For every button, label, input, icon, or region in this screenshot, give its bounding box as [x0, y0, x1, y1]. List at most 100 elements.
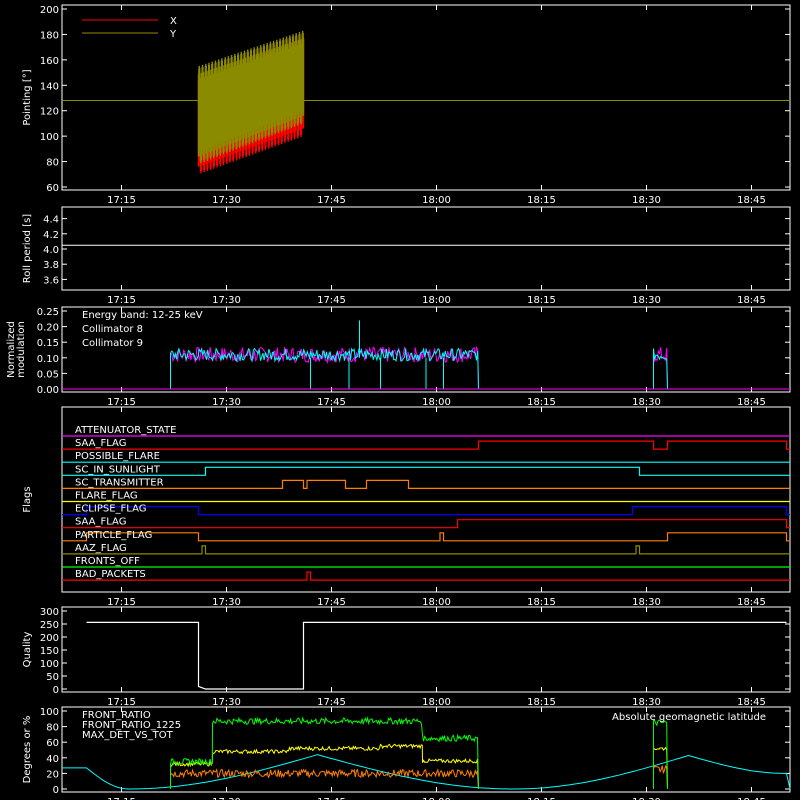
y-tick-label: 150: [40, 646, 59, 657]
x-tick-label: 18:00: [422, 195, 451, 206]
x-tick-label: 18:00: [422, 597, 451, 608]
y-tick-label: 3.6: [43, 275, 59, 286]
series-collimator-8: [653, 348, 668, 390]
x-tick-label: 18:45: [737, 195, 766, 206]
y-tick-label: 4.2: [43, 230, 59, 241]
y-tick-label: 160: [40, 56, 59, 67]
x-tick-label: 18:30: [632, 295, 661, 306]
y-tick-label: 200: [40, 633, 59, 644]
series-front-ratio-1225: [170, 716, 668, 790]
y-tick-label: 0.15: [37, 338, 59, 349]
x-tick-label: 17:30: [212, 597, 241, 608]
y-tick-label: 50: [46, 672, 59, 683]
legend-label: X: [170, 16, 177, 27]
y-tick-label: 4.0: [43, 245, 59, 256]
x-tick-label: 18:15: [527, 597, 556, 608]
x-tick-label: 17:15: [107, 397, 136, 408]
y-tick-label: 250: [40, 620, 59, 631]
series-max-det-vs-tot: [170, 764, 668, 790]
y-axis-label: Flags: [22, 486, 33, 512]
flag-label: SAA_FLAG: [75, 438, 126, 449]
y-tick-label: 3.8: [43, 260, 59, 271]
series-y-band: [197, 30, 305, 164]
x-tick-label: 18:00: [422, 295, 451, 306]
panel-5: 17:15 17:30 17:45 18:00 18:15 18:30 18:45 Quali…: [22, 606, 791, 708]
flag-label: SC_IN_SUNLIGHT: [75, 464, 161, 475]
y-tick-label: 140: [40, 81, 59, 92]
panel-3: 17:15 17:30 17:45 18:00 18:15 18:30 18:45Norma…: [6, 306, 791, 408]
y-tick-label: 0.00: [37, 385, 59, 396]
x-tick-label: 17:45: [317, 697, 346, 708]
panel-4: 17:15 17:30 17:45 18:00 18:15 18:30 18:45 Flags…: [22, 406, 791, 608]
panel-1: 17:15 17:30 17:45 18:00 18:15 18:30 18:45 Point…: [22, 4, 791, 206]
x-tick-label: 18:30: [632, 195, 661, 206]
x-tick-label: 18:45: [737, 697, 766, 708]
x-tick-label: 18:15: [527, 697, 556, 708]
y-axis-label: Pointing [°]: [22, 69, 33, 125]
y-tick-label: 200: [40, 5, 59, 16]
y-tick-label: 80: [46, 158, 59, 169]
series-collimator-9: [653, 347, 668, 390]
y-tick-label: 100: [40, 707, 59, 718]
flag-line: [62, 519, 790, 529]
flag-label: FLARE_FLAG: [75, 491, 138, 502]
panel-2: 17:15 17:30 17:45 18:00 18:15 18:30 18:45 Roll …: [22, 206, 791, 306]
y-tick-label: 0.20: [37, 323, 59, 334]
y-tick-label: 300: [40, 607, 59, 618]
flag-label: AAZ_FLAG: [75, 543, 127, 554]
y-tick-label: 0: [53, 785, 59, 796]
panel-frame: [61, 206, 791, 291]
x-tick-label: 18:45: [737, 397, 766, 408]
flag-label: SAA_FLAG: [75, 517, 126, 528]
x-tick-label: 18:45: [737, 295, 766, 306]
y-tick-label: 0: [53, 685, 59, 696]
flag-label: FRONTS_OFF: [75, 556, 140, 567]
x-tick-label: 18:15: [527, 295, 556, 306]
rhessi-diagnostic-plot: 17:15 17:30 17:45 18:00 18:15 18:30 18:45 Point…: [6, 4, 791, 800]
flag-label: PARTICLE_FLAG: [75, 530, 152, 541]
legend-collimator-8: Collimator 8: [82, 324, 143, 335]
x-tick-label: 17:15: [107, 195, 136, 206]
panel-frame: [61, 606, 791, 693]
y-tick-label: 80: [46, 723, 59, 734]
x-tick-label: 18:00: [422, 397, 451, 408]
series-front-ratio: [170, 743, 668, 790]
x-tick-label: 17:30: [212, 397, 241, 408]
flag-line: [62, 506, 790, 516]
y-axis-label: Quality: [22, 632, 33, 668]
x-tick-label: 18:00: [422, 697, 451, 708]
energy-band-annotation: Energy band: 12-25 keV: [82, 310, 203, 321]
x-tick-label: 18:45: [737, 597, 766, 608]
y-tick-label: 0.10: [37, 354, 59, 365]
y-tick-label: 40: [46, 754, 59, 765]
y-tick-label: 20: [46, 769, 59, 780]
y-tick-label: 100: [40, 132, 59, 143]
panel-6: 17:1517:3017:4518:0018:1518:3018:45Degre…: [22, 706, 791, 800]
y-axis-label: modulation: [16, 321, 27, 378]
y-tick-label: 60: [46, 183, 59, 194]
x-tick-label: 17:15: [107, 295, 136, 306]
x-tick-label: 18:30: [632, 597, 661, 608]
y-tick-label: 0.05: [37, 369, 59, 380]
flag-label: POSSIBLE_FLARE: [75, 451, 160, 462]
y-tick-label: 0.25: [37, 307, 59, 318]
flag-label: SC_TRANSMITTER: [75, 477, 164, 488]
x-tick-label: 17:45: [317, 597, 346, 608]
x-tick-label: 17:45: [317, 195, 346, 206]
flag-line: [62, 479, 790, 489]
y-tick-label: 100: [40, 659, 59, 670]
x-tick-label: 17:45: [317, 295, 346, 306]
y-tick-label: 120: [40, 107, 59, 118]
x-tick-label: 17:15: [107, 697, 136, 708]
flag-line: [62, 532, 790, 542]
legend-geomagnetic-latitude: Absolute geomagnetic latitude: [612, 712, 766, 723]
flag-label: ATTENUATOR_STATE: [75, 425, 176, 436]
flag-line: [62, 466, 790, 476]
legend-max-det-vs-tot: MAX_DET_VS_TOT: [82, 730, 174, 741]
legend-label: Y: [169, 29, 177, 40]
x-tick-label: 18:15: [527, 195, 556, 206]
flag-line: [62, 571, 790, 581]
x-tick-label: 17:15: [107, 597, 136, 608]
flag-line: [62, 545, 790, 555]
x-tick-label: 18:30: [632, 697, 661, 708]
